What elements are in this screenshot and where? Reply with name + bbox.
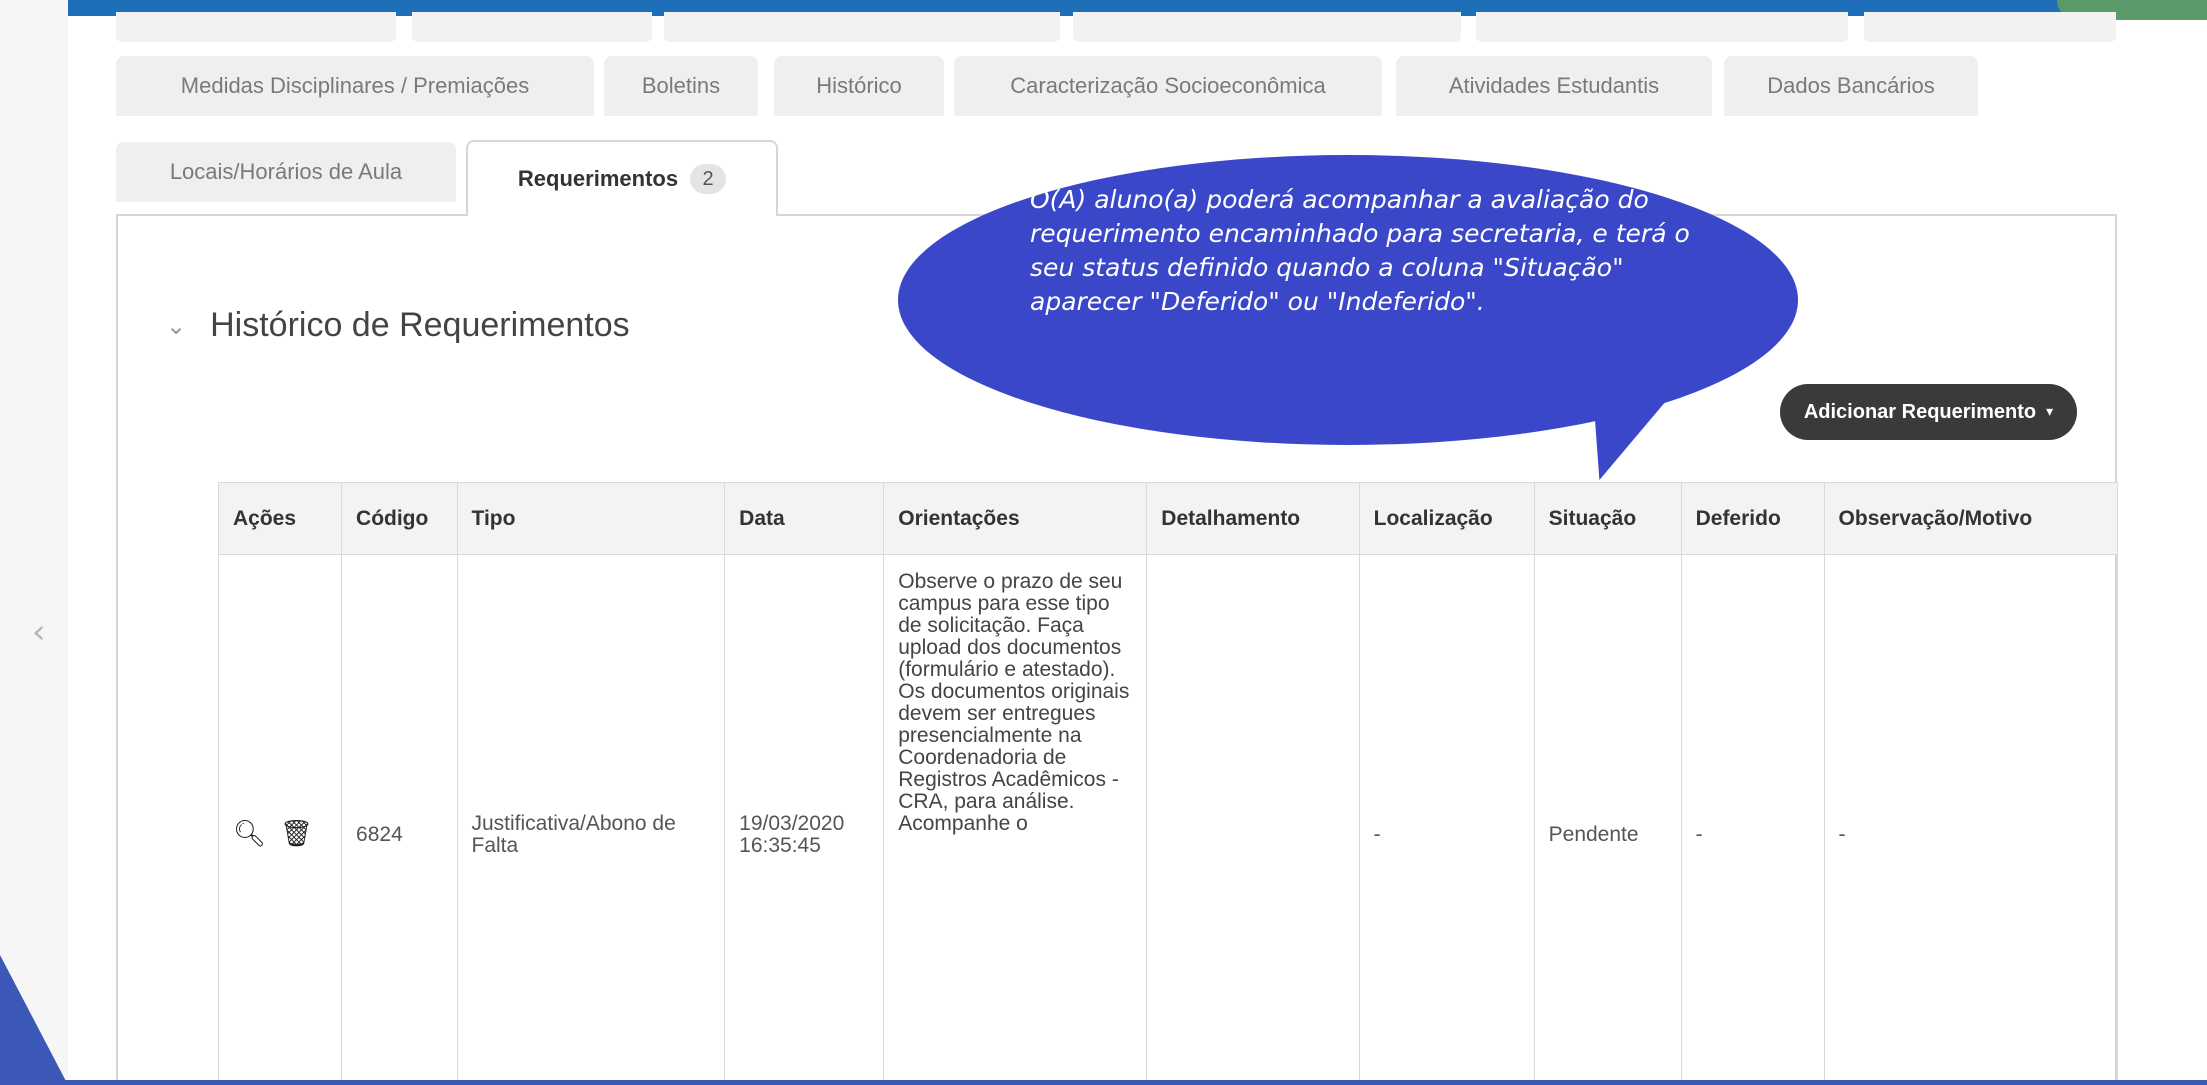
chevron-down-icon: ▾	[2046, 404, 2054, 420]
tab-requerimentos-label: Requerimentos	[517, 166, 679, 191]
cell-detalhamento	[1146, 554, 1360, 1085]
tab-medidas-disciplinares[interactable]: Medidas Disciplinares / Premiações	[116, 56, 594, 116]
cell-codigo: 6824	[341, 554, 458, 1085]
col-codigo: Código	[341, 482, 458, 555]
requests-table: Ações Código Tipo Data Orientações Detal…	[217, 482, 2119, 1085]
cell-data: 19/03/2020 16:35:45	[724, 554, 885, 1085]
hidden-tab	[412, 12, 652, 42]
left-nav-strip	[0, 0, 68, 1085]
cell-localizacao: -	[1358, 554, 1535, 1085]
hidden-tab	[116, 12, 396, 42]
tab-boletins[interactable]: Boletins	[604, 56, 758, 116]
bottom-frame-bar	[0, 1080, 2207, 1085]
add-request-button[interactable]: Adicionar Requerimento ▾	[1780, 384, 2077, 440]
cell-situacao: Pendente	[1533, 554, 1682, 1085]
col-deferido: Deferido	[1680, 482, 1825, 555]
cell-deferido: -	[1680, 554, 1825, 1085]
col-localizacao: Localização	[1358, 482, 1535, 555]
hidden-tab	[1073, 12, 1461, 42]
hidden-tab	[1476, 12, 1848, 42]
chevron-down-icon[interactable]: ⌄	[166, 312, 186, 340]
section-title: Histórico de Requerimentos	[210, 306, 630, 344]
actions-cell: 🔍︎ 🗑︎	[217, 554, 343, 1085]
tab-caracterizacao[interactable]: Caracterização Socioeconômica	[954, 56, 1382, 116]
cell-orientacoes: Observe o prazo de seu campus para esse …	[883, 554, 1148, 1085]
tab-dados-bancarios[interactable]: Dados Bancários	[1724, 56, 1978, 116]
col-tipo: Tipo	[456, 482, 726, 555]
col-orientacoes: Orientações	[883, 482, 1148, 555]
annotation-text: O(A) aluno(a) poderá acompanhar a avalia…	[1030, 185, 1690, 316]
tab-requerimentos[interactable]: Requerimentos 2	[466, 140, 778, 216]
table-header-row: Ações Código Tipo Data Orientações Detal…	[217, 482, 2119, 555]
count-badge: 2	[690, 164, 727, 194]
tab-locais-horarios[interactable]: Locais/Horários de Aula	[116, 142, 456, 202]
col-data: Data	[724, 482, 885, 555]
col-acoes: Ações	[217, 482, 343, 555]
col-detalhamento: Detalhamento	[1146, 482, 1360, 555]
cell-observacao: -	[1823, 554, 2119, 1085]
tab-atividades[interactable]: Atividades Estudantis	[1396, 56, 1712, 116]
chevron-left-icon[interactable]: ‹	[32, 612, 46, 652]
cell-tipo: Justificativa/Abono de Falta	[456, 554, 726, 1085]
table-row: 🔍︎ 🗑︎ 6824 Justificativa/Abono de Falta 1…	[217, 554, 2119, 1085]
add-request-label: Adicionar Requerimento	[1803, 400, 2037, 423]
hidden-tab	[1864, 12, 2116, 42]
trash-icon[interactable]: 🗑︎	[280, 821, 313, 847]
section-header[interactable]: ⌄ Histórico de Requerimentos	[166, 306, 630, 345]
corner-decoration	[0, 955, 68, 1085]
col-observacao: Observação/Motivo	[1823, 482, 2119, 555]
magnifier-icon[interactable]: 🔍︎	[233, 821, 266, 847]
tab-historico[interactable]: Histórico	[774, 56, 944, 116]
hidden-tab	[664, 12, 1060, 42]
col-situacao: Situação	[1533, 482, 1682, 555]
